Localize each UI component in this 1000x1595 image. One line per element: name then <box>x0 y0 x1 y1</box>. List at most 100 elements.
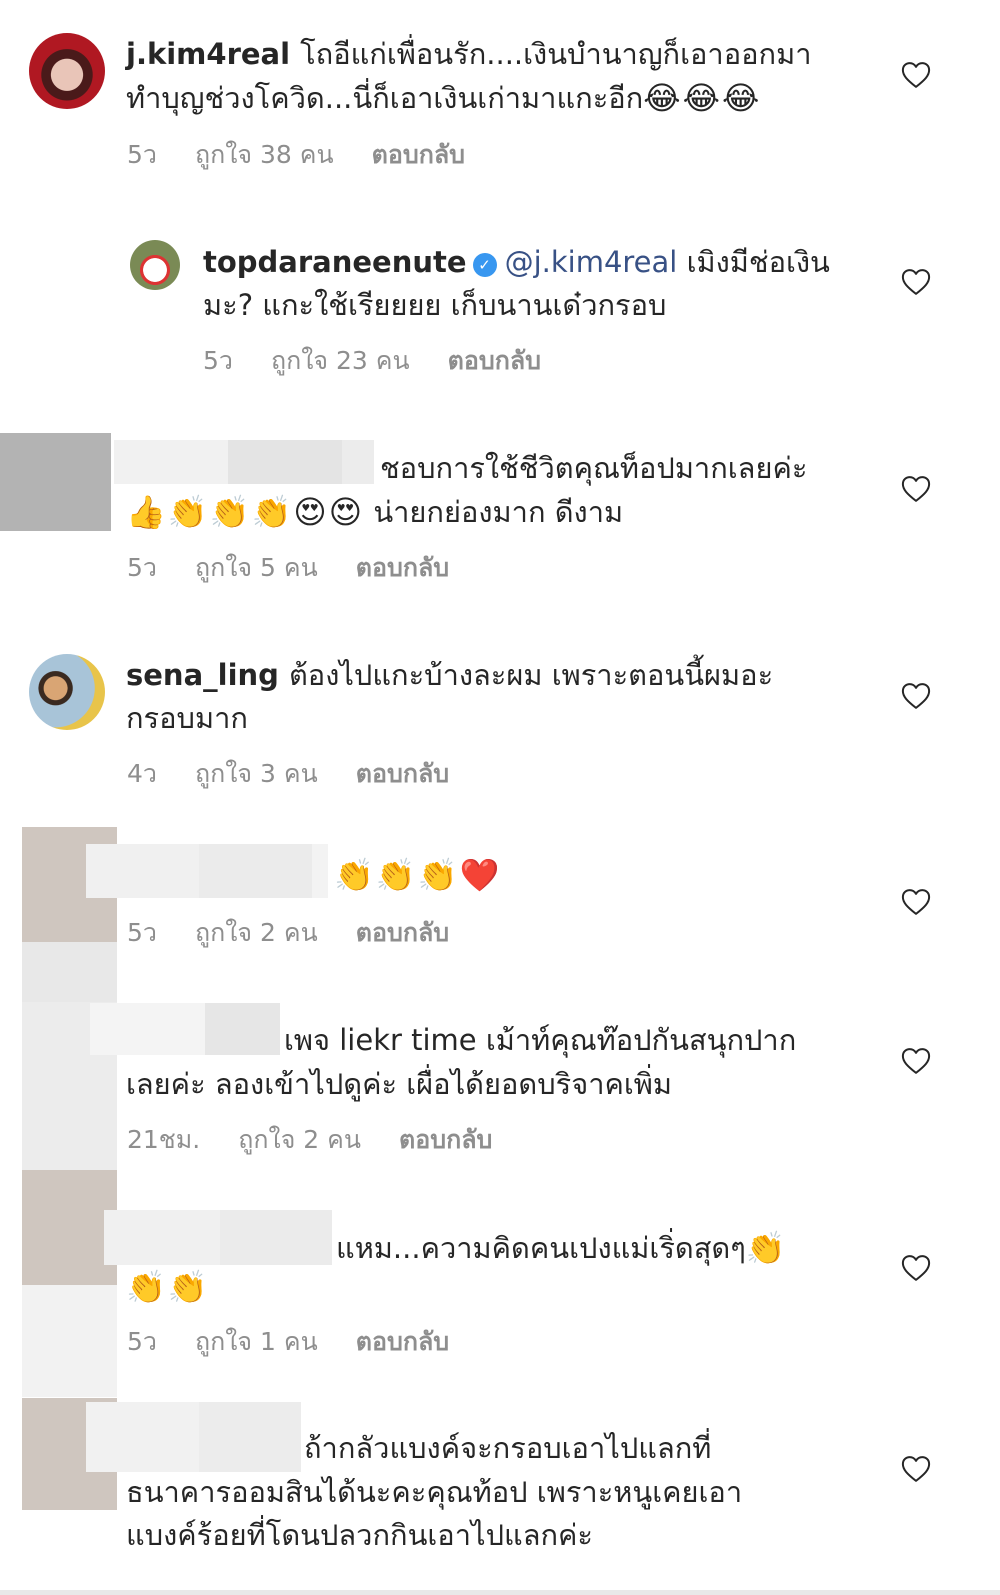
clapping-emoji-icon: 👏 <box>745 1229 786 1267</box>
comment-username[interactable]: topdaraneenute <box>203 245 467 279</box>
heart-outline-icon[interactable] <box>901 61 931 89</box>
comment-likes[interactable]: ถูกใจ 5 คน <box>195 553 318 583</box>
heart-outline-icon[interactable] <box>901 1254 931 1282</box>
comment-time: 5ว <box>127 918 157 947</box>
comment-likes[interactable]: ถูกใจ 23 คน <box>271 346 410 376</box>
comment-text: j.kim4real โถอีแก่เพื่อนรัก....เงินบำนาญก… <box>126 32 812 76</box>
comment-text-line2: ทำบุญช่วงโควิด...นี่ก็เอาเงินเก่ามาแกะอี… <box>126 76 761 120</box>
comment-body: แหม...ความคิดคนเปงแม่เริ่ดสุดๆ <box>336 1231 746 1265</box>
comment-text-line2: เลยค่ะ ลองเข้าไปดูค่ะ เผื่อได้ยอดบริจาคเ… <box>126 1062 672 1106</box>
comment-time: 5ว <box>127 1327 157 1356</box>
blurred-username <box>312 844 328 898</box>
comment-meta: 5ว ถูกใจ 38 คน ตอบกลับ <box>127 140 465 170</box>
blurred-username <box>220 1210 332 1265</box>
comment-username[interactable]: j.kim4real <box>126 37 290 71</box>
avatar[interactable] <box>29 33 105 109</box>
comment-text: ชอบการใช้ชีวิตคุณท็อปมากเลยค่ะ <box>380 446 807 490</box>
heart-outline-icon[interactable] <box>901 268 931 296</box>
heart-eyes-emoji-icon: 😍 <box>293 493 327 531</box>
blurred-avatar <box>22 1285 117 1397</box>
comment-body: เมิงมีช่อเงิน <box>686 245 830 279</box>
comment-body: ชอบการใช้ชีวิตคุณท็อปมากเลยค่ะ <box>380 451 808 485</box>
avatar[interactable] <box>29 654 105 730</box>
blurred-username <box>86 844 199 898</box>
avatar[interactable] <box>130 240 180 290</box>
comment-text: เพจ liekr time เม้าท์คุณท๊อปกันสนุกปาก <box>284 1018 796 1062</box>
reply-button[interactable]: ตอบกลับ <box>356 759 449 789</box>
comment-body: เลยค่ะ ลองเข้าไปดูค่ะ เผื่อได้ยอดบริจาคเ… <box>126 1067 673 1101</box>
clapping-emoji-icon: 👏 <box>375 856 416 894</box>
heart-outline-icon[interactable] <box>901 888 931 916</box>
blurred-username <box>199 844 312 898</box>
heart-outline-icon[interactable] <box>901 682 931 710</box>
comment-meta: 21ชม. ถูกใจ 2 คน ตอบกลับ <box>127 1125 492 1155</box>
comment-text: sena_ling ต้องไปแกะบ้างละผม เพราะตอนนี้ผม… <box>126 653 773 697</box>
comment-time: 5ว <box>127 553 157 582</box>
comment-time: 5ว <box>203 346 233 375</box>
comment-text-line2: กรอบมาก <box>126 696 248 740</box>
heart-outline-icon[interactable] <box>901 1455 931 1483</box>
comment-meta: 5ว ถูกใจ 23 คน ตอบกลับ <box>203 346 541 376</box>
comment-likes[interactable]: ถูกใจ 1 คน <box>195 1327 318 1357</box>
comment-text-line2: ธนาคารออมสินได้นะคะคุณท้อป เพราะหนูเคยเอ… <box>126 1470 742 1514</box>
reply-button[interactable]: ตอบกลับ <box>372 140 465 170</box>
blurred-avatar <box>0 433 111 531</box>
comment-meta: 5ว ถูกใจ 5 คน ตอบกลับ <box>127 553 449 583</box>
verified-badge-icon: ✓ <box>472 253 497 277</box>
comment-body: โถอีแก่เพื่อนรัก....เงินบำนาญก็เอาออกมา <box>300 37 812 71</box>
reply-button[interactable]: ตอบกลับ <box>356 1327 449 1357</box>
comment-likes[interactable]: ถูกใจ 2 คน <box>238 1125 361 1155</box>
divider <box>0 1590 1000 1595</box>
reply-button[interactable]: ตอบกลับ <box>448 346 541 376</box>
blurred-username <box>114 440 228 484</box>
blurred-username <box>199 1402 301 1472</box>
comment-text: 👏👏👏❤️ <box>334 853 501 897</box>
clapping-emoji-icon: 👏 <box>209 493 250 531</box>
clapping-emoji-icon: 👏 <box>126 1268 166 1306</box>
comment-time: 4ว <box>127 759 157 788</box>
comment-username[interactable]: sena_ling <box>126 658 279 692</box>
comment-body: แบงค์ร้อยที่โดนปลวกกินเอาไปแลกค่ะ <box>126 1518 594 1552</box>
comment-body: เพจ liekr time เม้าท์คุณท๊อปกันสนุกปาก <box>284 1023 797 1057</box>
red-heart-emoji-icon: ❤️ <box>459 856 500 894</box>
comment-text-line2: 👍👏👏👏😍😍 น่ายกย่องมาก ดีงาม <box>126 490 623 534</box>
blurred-avatar <box>22 1170 117 1285</box>
heart-outline-icon[interactable] <box>901 475 931 503</box>
clapping-emoji-icon: 👏 <box>417 856 458 894</box>
comment-body: ต้องไปแกะบ้างละผม เพราะตอนนี้ผมอะ <box>288 658 774 692</box>
reply-button[interactable]: ตอบกลับ <box>399 1125 492 1155</box>
comment-body: กรอบมาก <box>126 701 248 735</box>
comment-body: ถ้ากลัวแบงค์จะกรอบเอาไปแลกที่ <box>304 1431 712 1465</box>
comment-likes[interactable]: ถูกใจ 3 คน <box>195 759 318 789</box>
comment-meta: 5ว ถูกใจ 1 คน ตอบกลับ <box>127 1327 449 1357</box>
comment-time: 5ว <box>127 140 157 169</box>
blurred-username <box>86 1402 199 1472</box>
comment-likes[interactable]: ถูกใจ 2 คน <box>195 918 318 948</box>
laughing-emoji-icon: 😂 <box>722 79 760 117</box>
reply-button[interactable]: ตอบกลับ <box>356 918 449 948</box>
blurred-username <box>90 1003 205 1055</box>
comment-text-line2: 👏👏 <box>126 1265 210 1309</box>
comment-text: ถ้ากลัวแบงค์จะกรอบเอาไปแลกที่ <box>304 1426 711 1470</box>
comment-body: น่ายกย่องมาก ดีงาม <box>373 495 624 529</box>
mention-link[interactable]: @j.kim4real <box>505 245 678 279</box>
blurred-username <box>228 440 342 484</box>
comment-likes[interactable]: ถูกใจ 38 คน <box>195 140 334 170</box>
comment-text-line3: แบงค์ร้อยที่โดนปลวกกินเอาไปแลกค่ะ <box>126 1513 593 1557</box>
clapping-emoji-icon: 👏 <box>167 493 208 531</box>
reply-text-line2: มะ? แกะใช้เรียยยย เก็บนานเด๋วกรอบ <box>203 283 666 327</box>
blurred-username <box>104 1210 220 1265</box>
comment-meta: 4ว ถูกใจ 3 คน ตอบกลับ <box>127 759 449 789</box>
laughing-emoji-icon: 😂 <box>643 79 681 117</box>
reply-text: topdaraneenute ✓ @j.kim4real เมิงมีช่อเงิน <box>203 240 830 284</box>
comment-body: ทำบุญช่วงโควิด...นี่ก็เอาเงินเก่ามาแกะอี… <box>126 81 644 115</box>
comment-text: แหม...ความคิดคนเปงแม่เริ่ดสุดๆ👏 <box>336 1226 788 1270</box>
blurred-username <box>342 440 374 484</box>
clapping-emoji-icon: 👏 <box>251 493 292 531</box>
comment-time: 21ชม. <box>127 1125 201 1154</box>
heart-eyes-emoji-icon: 😍 <box>328 493 363 531</box>
reply-button[interactable]: ตอบกลับ <box>356 553 449 583</box>
comment-body: มะ? แกะใช้เรียยยย เก็บนานเด๋วกรอบ <box>203 288 667 322</box>
thumbs-up-emoji-icon: 👍 <box>126 493 166 531</box>
heart-outline-icon[interactable] <box>901 1047 931 1075</box>
